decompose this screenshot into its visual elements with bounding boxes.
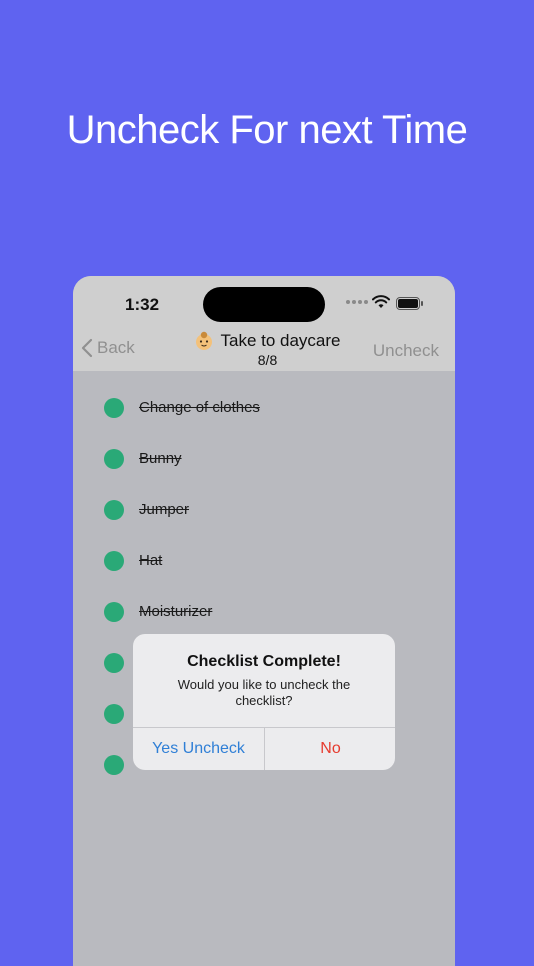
cellular-signal-icon [346,300,368,304]
checked-dot-icon[interactable] [104,602,124,622]
uncheck-button[interactable]: Uncheck [373,341,439,361]
list-item[interactable]: Change of clothes [73,393,455,423]
phone-screen: 1:32 Back Take to daycare 8/8 Uncheck Ch… [73,276,455,966]
chevron-left-icon [81,338,93,358]
no-button[interactable]: No [265,728,395,770]
list-item[interactable]: Hat [73,546,455,576]
checked-dot-icon[interactable] [104,449,124,469]
baby-face-icon [196,331,213,350]
checked-count: 8/8 [257,352,278,368]
battery-icon [396,297,423,310]
checked-dot-icon[interactable] [104,398,124,418]
navigation-bar: Back Take to daycare 8/8 Uncheck [73,331,455,371]
item-label: Hat [139,552,163,569]
item-label: Bunny [139,450,182,467]
wifi-icon [372,295,390,308]
checked-dot-icon[interactable] [104,653,124,673]
item-label: Change of clothes [139,399,260,416]
checked-dot-icon[interactable] [104,755,124,775]
list-item[interactable]: Moisturizer [73,597,455,627]
status-time: 1:32 [125,295,160,314]
back-label: Back [97,338,135,357]
checked-dot-icon[interactable] [104,704,124,724]
checked-dot-icon[interactable] [104,551,124,571]
list-item[interactable]: Jumper [73,495,455,525]
item-label: Jumper [139,501,190,518]
status-bar: 1:32 [73,276,455,331]
promo-headline: Uncheck For next Time [66,108,468,152]
alert-title: Checklist Complete! [187,653,341,670]
item-label: Moisturizer [139,603,213,620]
dynamic-island [203,287,325,322]
checklist-title: Take to daycare 8/8 [185,331,350,368]
checklist-name: Take to daycare [220,331,341,350]
alert-message: Would you like to uncheck the checklist? [177,677,351,708]
list-item[interactable]: Bunny [73,444,455,474]
checklist-complete-alert: Checklist Complete! Would you like to un… [133,634,395,770]
back-button[interactable]: Back [81,338,135,358]
yes-uncheck-button[interactable]: Yes Uncheck [133,728,264,770]
checked-dot-icon[interactable] [104,500,124,520]
